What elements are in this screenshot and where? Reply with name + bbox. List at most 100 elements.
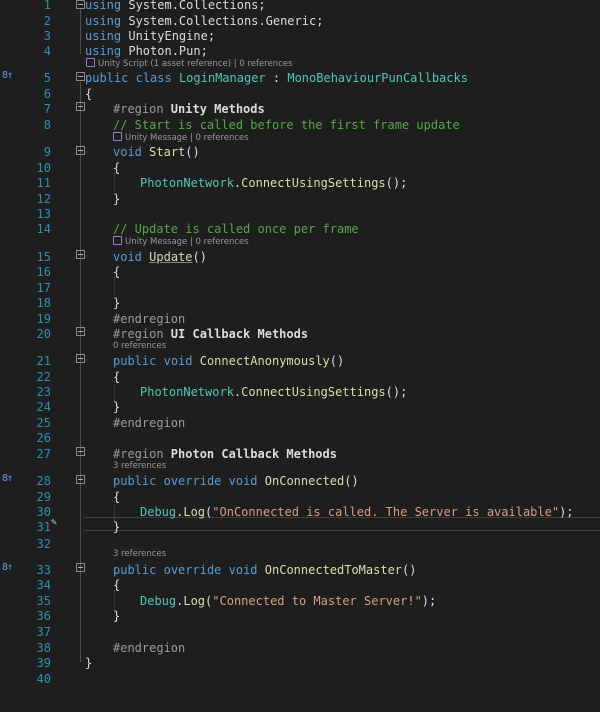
code-token: #endregion [113, 416, 186, 430]
code-token: #endregion [113, 641, 186, 655]
code-line[interactable]: #region Unity Methods [113, 102, 265, 117]
fold-toggle-icon[interactable] [76, 146, 85, 155]
code-line[interactable]: } [113, 192, 120, 207]
code-token: Debug [140, 505, 177, 519]
code-line[interactable]: { [113, 490, 120, 505]
line-number: 3 [43, 29, 51, 43]
code-lens-on-connected-to-master[interactable]: 3 references [113, 549, 166, 559]
code-token: (); [385, 385, 408, 399]
code-token: MonoBehaviourPunCallbacks [287, 71, 468, 85]
code-lens-connect-anonymously[interactable]: 0 references [113, 341, 166, 351]
code-token: ConnectUsingSettings [241, 176, 386, 190]
line-number: 29 [36, 490, 51, 504]
line-number: 7 [43, 102, 51, 116]
line-number: 2 [43, 14, 51, 28]
line-number: 15 [36, 250, 51, 264]
code-line[interactable]: PhotonNetwork.ConnectUsingSettings(); [140, 385, 407, 400]
code-token: UnityEngine; [121, 29, 216, 43]
code-line[interactable]: using System.Collections; [85, 0, 266, 13]
fold-toggle-icon[interactable] [76, 447, 85, 456]
code-line[interactable]: void Update() [113, 250, 207, 265]
code-line[interactable]: #region UI Callback Methods [113, 327, 308, 342]
code-line[interactable]: #endregion [113, 641, 185, 656]
fold-toggle-icon[interactable] [76, 354, 85, 363]
code-line[interactable]: } [85, 656, 92, 671]
code-token: } [113, 609, 121, 623]
code-token: Update [149, 250, 193, 264]
code-line[interactable]: #endregion [113, 312, 185, 327]
code-lens-update[interactable]: Unity Message | 0 references [113, 236, 249, 247]
line-number: 27 [36, 447, 51, 461]
code-line[interactable]: public void ConnectAnonymously() [113, 354, 344, 369]
line-number: 25 [36, 416, 51, 430]
line-number: 32 [36, 537, 51, 551]
line-number: 23 [36, 385, 51, 399]
fold-toggle-icon[interactable] [76, 72, 85, 81]
fold-toggle-icon[interactable] [76, 475, 85, 484]
code-line[interactable]: } [113, 609, 120, 624]
fold-toggle-icon[interactable] [76, 327, 85, 336]
fold-line [80, 8, 81, 54]
code-token: ConnectUsingSettings [241, 385, 386, 399]
code-token: void [228, 474, 258, 488]
unity-icon [113, 236, 122, 245]
fold-toggle-icon[interactable] [76, 250, 85, 259]
code-line[interactable]: public override void OnConnected() [113, 474, 359, 489]
code-line[interactable]: // Update is called once per frame [113, 222, 359, 237]
code-line[interactable]: } [113, 296, 120, 311]
code-lens-unity-script[interactable]: Unity Script (1 asset reference) | 0 ref… [86, 58, 292, 69]
code-token: using [85, 0, 122, 12]
line-number: 34 [36, 578, 51, 592]
fold-toggle-icon[interactable] [76, 0, 85, 9]
code-token: Start [149, 145, 186, 159]
code-token: using [85, 44, 122, 58]
code-line[interactable]: // Start is called before the first fram… [113, 118, 460, 133]
code-token: } [85, 656, 93, 670]
code-token: : [265, 71, 288, 85]
code-line[interactable]: { [113, 370, 120, 385]
code-token: () [402, 563, 417, 577]
code-lens-start[interactable]: Unity Message | 0 references [113, 132, 249, 143]
code-editor[interactable]: Unity Script (1 asset reference) | 0 ref… [0, 0, 600, 712]
line-number: 30 [36, 505, 51, 519]
code-line[interactable]: } [113, 520, 120, 535]
code-token: // Start is called before the first fram… [113, 118, 460, 132]
code-line[interactable]: Debug.Log("OnConnected is called. The Se… [140, 505, 574, 520]
code-line[interactable]: void Start() [113, 145, 200, 160]
code-line[interactable]: #region Photon Callback Methods [113, 447, 337, 462]
code-line[interactable]: public override void OnConnectedToMaster… [113, 563, 417, 578]
code-token: () [344, 474, 359, 488]
fold-toggle-icon[interactable] [76, 563, 85, 572]
code-line[interactable]: { [113, 161, 120, 176]
line-number: 17 [36, 281, 51, 295]
code-token: OnConnectedToMaster [264, 563, 403, 577]
quick-actions-pencil-icon[interactable]: ✎ [51, 517, 57, 528]
code-token: #region [113, 102, 164, 116]
code-line[interactable]: Debug.Log("Connected to Master Server!")… [140, 594, 436, 609]
code-line[interactable]: using UnityEngine; [85, 29, 215, 44]
code-line[interactable]: { [113, 578, 120, 593]
code-lens-on-connected[interactable]: 3 references [113, 461, 166, 471]
code-token: Log [183, 505, 206, 519]
line-number: 8 [43, 118, 51, 132]
line-number: 21 [36, 354, 51, 368]
line-number: 26 [36, 431, 51, 445]
line-number: 36 [36, 609, 51, 623]
code-line[interactable]: { [85, 87, 92, 102]
code-line[interactable]: } [113, 400, 120, 415]
code-line[interactable]: PhotonNetwork.ConnectUsingSettings(); [140, 176, 407, 191]
line-number: 10 [36, 161, 51, 175]
line-number: 14 [36, 222, 51, 236]
fold-toggle-icon[interactable] [76, 102, 85, 111]
code-line[interactable]: using Photon.Pun; [85, 44, 208, 59]
line-number: 24 [36, 400, 51, 414]
code-line[interactable]: #endregion [113, 416, 185, 431]
code-line[interactable]: { [113, 265, 120, 280]
code-line[interactable]: public class LoginManager : MonoBehaviou… [85, 71, 468, 86]
code-line[interactable]: using System.Collections.Generic; [85, 14, 323, 29]
